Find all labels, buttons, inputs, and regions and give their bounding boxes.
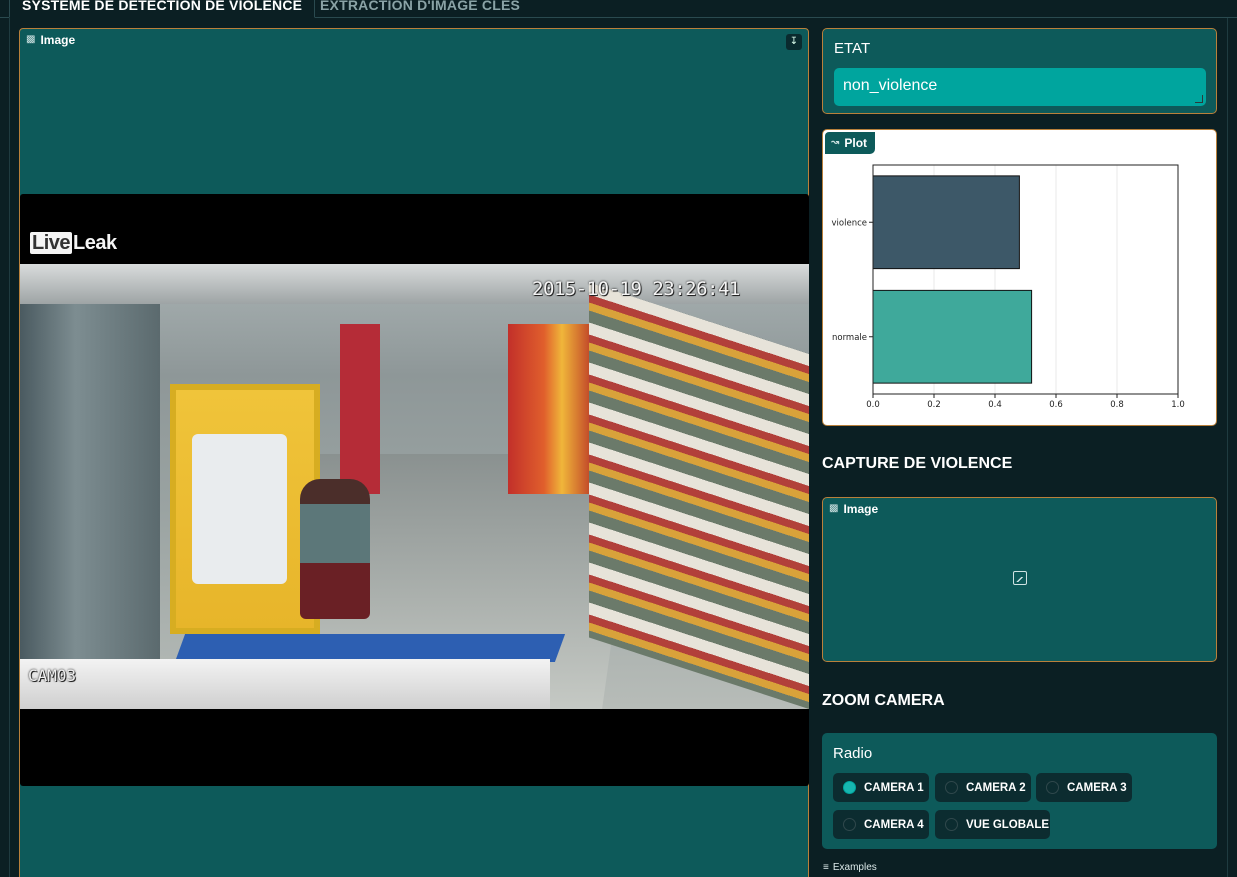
download-button[interactable]: ↧ xyxy=(786,34,802,50)
surveillance-image: 2015-10-19 23:26:41 CAM03 xyxy=(20,264,809,709)
tab-key-image-extraction[interactable]: EXTRACTION D'IMAGE CLÉS xyxy=(308,0,532,18)
x-tick-label: 0.2 xyxy=(927,400,941,410)
radio-camera-1[interactable]: CAMERA 1 xyxy=(833,773,929,802)
examples-label: Examples xyxy=(832,862,877,873)
camera-radio-group: Radio CAMERA 1 CAMERA 2 CAMERA 3 CAMERA … xyxy=(822,733,1217,849)
video-timestamp: 2015-10-19 23:26:41 xyxy=(532,278,740,300)
radio-option-label: CAMERA 2 xyxy=(966,781,1026,794)
radio-unselected-icon xyxy=(843,818,856,831)
examples-header[interactable]: ≡ Examples xyxy=(823,862,877,873)
capture-section-title: CAPTURE DE VIOLENCE xyxy=(822,455,1013,472)
image-icon: ▩ xyxy=(829,503,839,514)
radio-unselected-icon xyxy=(1046,781,1059,794)
radio-option-label: VUE GLOBALE xyxy=(966,818,1050,831)
plot-panel: violence normale 0.0 0.2 0.4 0.6 0.8 1.0 ↝ Plot xyxy=(822,129,1217,426)
tab-bar: SYSTÈME DE DÉTECTION DE VIOLENCE EXTRACT… xyxy=(0,0,1237,18)
probability-bar-chart: violence normale 0.0 0.2 0.4 0.6 0.8 1.0 xyxy=(832,164,1185,410)
tab-violence-detection[interactable]: SYSTÈME DE DÉTECTION DE VIOLENCE xyxy=(9,0,316,18)
capture-image-panel[interactable]: ▩ Image xyxy=(822,497,1217,662)
image-panel-header: ▩ Image xyxy=(20,29,83,51)
radio-option-label: CAMERA 3 xyxy=(1067,781,1127,794)
status-panel: ETAT non_violence xyxy=(822,28,1217,114)
capture-image-header: ▩ Image xyxy=(823,498,886,520)
capture-image-label: Image xyxy=(843,502,879,516)
y-tick-label: normale xyxy=(832,333,867,343)
bar-violence xyxy=(872,175,1020,270)
x-tick-label: 0.0 xyxy=(866,400,880,410)
plot-label: Plot xyxy=(844,136,868,150)
x-tick-label: 0.6 xyxy=(1049,400,1063,410)
status-textbox[interactable]: non_violence xyxy=(834,68,1206,106)
radio-global-view[interactable]: VUE GLOBALE xyxy=(935,810,1050,839)
x-tick-label: 0.8 xyxy=(1110,400,1124,410)
image-icon: ▩ xyxy=(26,34,36,45)
video-image-panel: ▩ Image ↧ 2015-10-19 23:26:41 CAM03 Live… xyxy=(19,28,809,877)
radio-camera-4[interactable]: CAMERA 4 xyxy=(833,810,929,839)
radio-option-label: CAMERA 1 xyxy=(864,781,924,794)
video-frame: 2015-10-19 23:26:41 CAM03 Live Leak xyxy=(20,194,809,786)
download-icon: ↧ xyxy=(789,36,799,47)
resize-handle-icon[interactable] xyxy=(1195,95,1203,103)
camera-tag: CAM03 xyxy=(28,666,77,685)
bar-normale xyxy=(872,289,1033,384)
image-panel-label: Image xyxy=(40,33,76,47)
plot-header: ↝ Plot xyxy=(825,132,876,154)
radio-camera-2[interactable]: CAMERA 2 xyxy=(935,773,1031,802)
radio-camera-3[interactable]: CAMERA 3 xyxy=(1036,773,1132,802)
radio-unselected-icon xyxy=(945,781,958,794)
liveleak-logo: Live Leak xyxy=(30,232,117,254)
status-label: ETAT xyxy=(834,40,871,57)
image-placeholder-icon xyxy=(1013,571,1027,585)
radio-unselected-icon xyxy=(945,818,958,831)
radio-selected-icon xyxy=(843,781,856,794)
list-icon: ≡ xyxy=(823,862,829,873)
radio-option-label: CAMERA 4 xyxy=(864,818,924,831)
x-tick-label: 1.0 xyxy=(1171,400,1185,410)
radio-group-label: Radio xyxy=(833,745,873,762)
status-value: non_violence xyxy=(843,77,938,94)
zoom-section-title: ZOOM CAMERA xyxy=(822,692,945,709)
y-tick-label: violence xyxy=(832,218,867,228)
chart-icon: ↝ xyxy=(831,137,840,148)
x-tick-label: 0.4 xyxy=(988,400,1002,410)
